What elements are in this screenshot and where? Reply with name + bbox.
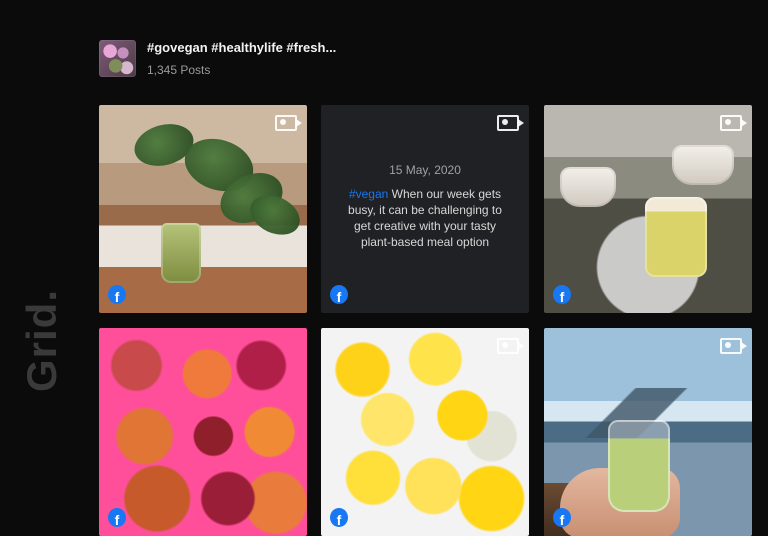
post-card[interactable]: f [99,105,307,313]
feed-title: #govegan #healthylife #fresh... [147,40,337,55]
facebook-icon: f [553,508,571,528]
green-smoothie [161,223,201,283]
post-text: #vegan When our week gets busy, it can b… [347,186,503,250]
potted-plant [560,167,616,207]
post-card[interactable]: f [544,328,752,536]
matcha-drink [645,197,707,277]
posts-count: 1,345 Posts [147,63,211,77]
avatar[interactable] [99,40,136,77]
potted-plant [672,145,734,185]
video-camera-icon [497,115,524,131]
post-card[interactable]: f [321,328,529,536]
video-camera-icon [720,115,747,131]
post-card-text[interactable]: 15 May, 2020 #vegan When our week gets b… [321,105,529,313]
post-card[interactable]: f [99,328,307,536]
smoothie-cup [608,420,670,512]
post-card[interactable]: f [544,105,752,313]
facebook-icon: f [553,285,571,305]
facebook-icon: f [330,508,348,528]
facebook-icon: f [108,508,126,528]
post-hashtag[interactable]: #vegan [349,187,388,201]
facebook-icon: f [108,285,126,305]
video-camera-icon [275,115,302,131]
post-date: 15 May, 2020 [389,163,461,177]
facebook-icon: f [330,285,348,305]
video-camera-icon [497,338,524,354]
brand-watermark: Grid. [18,288,65,392]
video-camera-icon [720,338,747,354]
